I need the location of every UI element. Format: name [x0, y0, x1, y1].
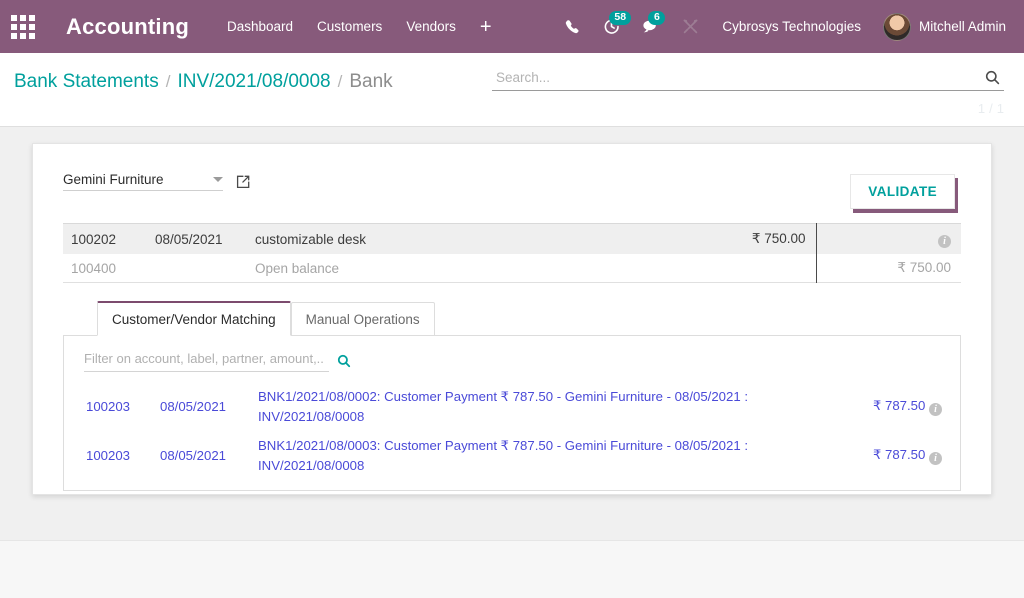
- breadcrumb-separator: /: [165, 72, 171, 91]
- statement-line-date: 08/05/2021: [149, 223, 249, 254]
- pager-total: 1: [996, 101, 1004, 116]
- partner-select[interactable]: Gemini Furniture: [63, 172, 223, 191]
- company-switcher[interactable]: Cybrosys Technologies: [710, 13, 873, 40]
- breadcrumb-item-bank-statements[interactable]: Bank Statements: [14, 71, 159, 93]
- open-balance-amount: [686, 254, 817, 283]
- user-menu[interactable]: Mitchell Admin: [873, 9, 1010, 45]
- table-row[interactable]: 100203 08/05/2021 BNK1/2021/08/0003: Cus…: [78, 431, 946, 480]
- open-balance-matched: ₹ 750.00: [816, 254, 961, 283]
- search-icon[interactable]: [337, 354, 351, 368]
- match-proposition-table: 100203 08/05/2021 BNK1/2021/08/0002: Cus…: [78, 382, 946, 480]
- tab-customer-vendor-matching[interactable]: Customer/Vendor Matching: [97, 301, 291, 336]
- info-icon[interactable]: i: [938, 235, 951, 248]
- avatar: [882, 12, 911, 41]
- tab-manual-operations[interactable]: Manual Operations: [290, 302, 435, 336]
- match-row-account: 100203: [86, 448, 131, 464]
- validate-button[interactable]: VALIDATE: [850, 174, 955, 209]
- search-icon[interactable]: [983, 70, 1002, 85]
- reconciliation-header: Gemini Furniture VALIDATE: [63, 172, 961, 223]
- open-balance-date: [149, 254, 249, 283]
- match-row-label: BNK1/2021/08/0003: Customer Payment ₹ 78…: [258, 438, 749, 473]
- statement-line-label: customizable desk: [249, 223, 686, 254]
- messages-chat-icon[interactable]: 6: [631, 9, 671, 45]
- match-row-amount: ₹ 787.50 i: [836, 431, 946, 480]
- breadcrumb-item-invoice[interactable]: INV/2021/08/0008: [177, 71, 330, 93]
- filter-input-wrap[interactable]: [84, 350, 329, 372]
- systray: 58 6 Cybrosys Technologies Mitchell Admi…: [554, 9, 1010, 45]
- match-row-amount-value: ₹ 787.50: [872, 446, 926, 462]
- open-balance-label: Open balance: [249, 254, 686, 283]
- match-row-date: 08/05/2021: [160, 399, 227, 415]
- plus-icon[interactable]: +: [468, 15, 504, 39]
- match-row-account: 100203: [86, 399, 131, 415]
- match-row-date: 08/05/2021: [160, 448, 227, 464]
- menu-item-dashboard[interactable]: Dashboard: [215, 13, 305, 40]
- content-area: Gemini Furniture VALIDATE 100202 08/05/2…: [0, 127, 1024, 540]
- chevron-down-icon[interactable]: [213, 177, 223, 182]
- match-row-label: BNK1/2021/08/0002: Customer Payment ₹ 78…: [258, 389, 749, 424]
- activity-count-badge: 58: [609, 10, 632, 26]
- matching-tabs-section: Customer/Vendor Matching Manual Operatio…: [63, 301, 961, 492]
- external-link-icon[interactable]: [235, 174, 251, 190]
- filter-row: [78, 348, 946, 382]
- partner-value: Gemini Furniture: [63, 172, 164, 187]
- tools-wrench-icon[interactable]: [671, 9, 710, 45]
- user-name: Mitchell Admin: [918, 19, 1006, 34]
- open-balance-row[interactable]: 100400 Open balance ₹ 750.00: [63, 254, 961, 283]
- tab-panel-customer-vendor-matching: 100203 08/05/2021 BNK1/2021/08/0002: Cus…: [63, 335, 961, 492]
- statement-line-row[interactable]: 100202 08/05/2021 customizable desk ₹ 75…: [63, 223, 961, 254]
- pager-separator: /: [989, 101, 993, 116]
- messages-count-badge: 6: [648, 10, 666, 26]
- main-menu: Dashboard Customers Vendors +: [215, 13, 504, 40]
- apps-grid-icon[interactable]: [8, 12, 38, 42]
- info-icon[interactable]: i: [929, 451, 942, 465]
- match-row-amount: ₹ 787.50 i: [836, 382, 946, 431]
- statement-line-amount: ₹ 750.00: [686, 223, 817, 254]
- table-row[interactable]: 100203 08/05/2021 BNK1/2021/08/0002: Cus…: [78, 382, 946, 431]
- control-panel-right: 1 / 1: [492, 67, 1004, 116]
- info-icon[interactable]: i: [929, 402, 942, 416]
- control-panel: Bank Statements / INV/2021/08/0008 / Ban…: [0, 53, 1024, 127]
- tab-list: Customer/Vendor Matching Manual Operatio…: [63, 301, 961, 336]
- statement-line-matched: i: [816, 223, 961, 254]
- partner-field-group: Gemini Furniture: [63, 172, 251, 191]
- searchview[interactable]: [492, 67, 1004, 91]
- menu-item-customers[interactable]: Customers: [305, 13, 394, 40]
- match-row-amount-value: ₹ 787.50: [872, 397, 926, 413]
- phone-icon[interactable]: [554, 9, 592, 45]
- open-balance-account: 100400: [63, 254, 149, 283]
- activity-clock-icon[interactable]: 58: [592, 9, 632, 45]
- filter-input[interactable]: [84, 351, 329, 366]
- menu-item-vendors[interactable]: Vendors: [394, 13, 468, 40]
- statement-lines-table: 100202 08/05/2021 customizable desk ₹ 75…: [63, 223, 961, 283]
- page-divider: [0, 540, 1024, 541]
- breadcrumb-item-bank: Bank: [349, 71, 393, 92]
- reconciliation-card: Gemini Furniture VALIDATE 100202 08/05/2…: [32, 143, 992, 495]
- statement-line-account: 100202: [63, 223, 149, 254]
- pager[interactable]: 1 / 1: [978, 101, 1004, 116]
- breadcrumb: Bank Statements / INV/2021/08/0008 / Ban…: [14, 67, 393, 93]
- search-input[interactable]: [494, 69, 983, 86]
- breadcrumb-separator: /: [337, 72, 343, 91]
- pager-current: 1: [977, 101, 986, 116]
- app-brand-accounting[interactable]: Accounting: [44, 14, 203, 40]
- top-navbar: Accounting Dashboard Customers Vendors +…: [0, 0, 1024, 53]
